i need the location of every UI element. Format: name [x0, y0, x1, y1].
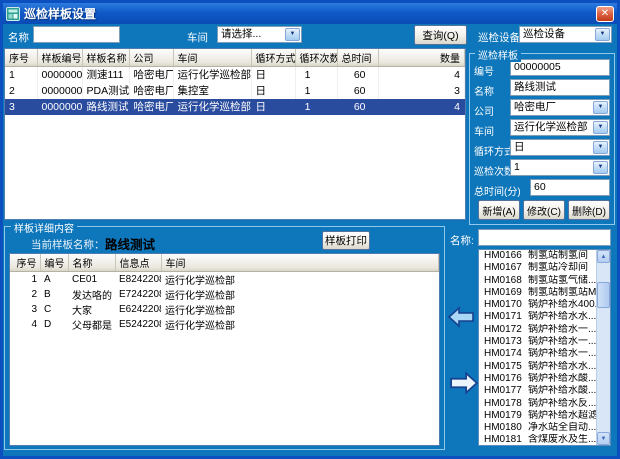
listbox-scrollbar[interactable]: ▲ ▼: [596, 250, 610, 445]
current-template-value: 路线测试: [105, 234, 155, 253]
list-item[interactable]: HM0174锅炉补给水一...: [479, 348, 596, 360]
filter-name-input[interactable]: [33, 26, 120, 43]
chevron-down-icon[interactable]: ▼: [593, 141, 608, 154]
field-total-label: 总时间(分): [474, 183, 521, 198]
column-header[interactable]: 车间: [161, 254, 439, 272]
close-button[interactable]: ✕: [596, 6, 614, 22]
table-row[interactable]: 3 C 大家 E6242208 运行化学巡检部: [10, 302, 439, 317]
template-table-header-row: 序号样板编号样板名称公司车间循环方式循环次数总时间数量: [5, 49, 465, 67]
field-code-label: 编号: [474, 63, 494, 78]
detail-table: 序号编号名称信息点车间 1 A CE01 E8242208 运行化学巡检部 2 …: [9, 253, 440, 446]
list-item[interactable]: HM0170锅炉补给水400...: [479, 299, 596, 311]
column-header[interactable]: 循环次数: [295, 49, 337, 67]
chevron-down-icon[interactable]: ▼: [593, 161, 608, 174]
scrollbar-thumb[interactable]: [597, 282, 610, 308]
field-company-label: 公司: [474, 103, 494, 118]
column-header[interactable]: 总时间: [337, 49, 378, 67]
detail-group-label: 样板详细内容: [11, 220, 77, 235]
picker-filter-input[interactable]: [478, 229, 611, 246]
filter-workshop-label: 车间: [187, 30, 208, 45]
move-left-button[interactable]: [447, 306, 475, 328]
column-header[interactable]: 编号: [40, 254, 68, 272]
list-item[interactable]: HM0181含煤废水及生...: [479, 434, 596, 446]
table-row[interactable]: 4 D 父母都是 E5242208 运行化学巡检部: [10, 317, 439, 332]
column-header[interactable]: 序号: [5, 49, 37, 67]
add-button[interactable]: 新增(A): [478, 200, 520, 220]
column-header[interactable]: 样板名称: [82, 49, 129, 67]
title-bar[interactable]: 巡检样板设置 ✕: [3, 3, 617, 24]
info-point-list: HM0166制氢站制氢间 HM0167制氢站冷却间 HM0168制氢站氢气储..…: [479, 250, 596, 446]
table-row[interactable]: 2 B 发达咯的 E7242208 运行化学巡检部: [10, 287, 439, 302]
column-header[interactable]: 样板编号: [37, 49, 82, 67]
field-name-label: 名称: [474, 83, 494, 98]
template-table: 序号样板编号样板名称公司车间循环方式循环次数总时间数量 1 00000003 测…: [4, 48, 466, 220]
list-item[interactable]: HM0169制氢站制氢站M...: [479, 287, 596, 299]
modify-button[interactable]: 修改(C): [523, 200, 565, 220]
list-item[interactable]: HM0176锅炉补给水酸...: [479, 373, 596, 385]
chevron-down-icon[interactable]: ▼: [595, 28, 610, 41]
template-edit-group-label: 巡检样板: [475, 47, 521, 62]
detail-table-header-row: 序号编号名称信息点车间: [10, 254, 439, 272]
window-title: 巡检样板设置: [24, 5, 96, 22]
list-item[interactable]: HM0173锅炉补给水一...: [479, 336, 596, 348]
table-row[interactable]: 1 00000003 测速111 哈密电厂 运行化学巡检部 日 1 60 4: [5, 67, 465, 83]
device-label: 巡检设备: [478, 30, 520, 45]
filter-workshop-select[interactable]: 请选择... ▼: [217, 26, 302, 43]
chevron-down-icon[interactable]: ▼: [593, 101, 608, 114]
field-workshop-label: 车间: [474, 123, 494, 138]
field-times-label: 巡检次数: [474, 163, 514, 178]
column-header[interactable]: 公司: [129, 49, 173, 67]
field-workshop-select[interactable]: 运行化学巡检部 ▼: [510, 119, 610, 136]
list-item[interactable]: HM0179锅炉补给水超滤: [479, 410, 596, 422]
picker-name-label: 名称:: [450, 233, 474, 248]
column-header[interactable]: 信息点: [115, 254, 161, 272]
print-button[interactable]: 样板打印: [322, 231, 370, 250]
field-cycle-select[interactable]: 日 ▼: [510, 139, 610, 156]
delete-button[interactable]: 删除(D): [568, 200, 610, 220]
dialog-window: 巡检样板设置 ✕ 名称 车间 请选择... ▼ 查询(Q) 巡检设备 巡检设备 …: [0, 0, 620, 459]
table-row[interactable]: 1 A CE01 E8242208 运行化学巡检部: [10, 272, 439, 288]
list-item[interactable]: HM0178锅炉补给水反...: [479, 398, 596, 410]
field-code-input[interactable]: 00000005: [510, 59, 610, 76]
table-row[interactable]: 2 00000004 PDA测试 哈密电厂 集控室 日 1 60 3: [5, 83, 465, 99]
info-point-listbox[interactable]: HM0166制氢站制氢间 HM0167制氢站冷却间 HM0168制氢站氢气储..…: [478, 249, 611, 446]
list-item[interactable]: HM0168制氢站氢气储...: [479, 275, 596, 287]
table-row[interactable]: 3 00000005 路线测试 哈密电厂 运行化学巡检部 日 1 60 4: [5, 99, 465, 115]
list-item[interactable]: HM0172锅炉补给水一...: [479, 324, 596, 336]
column-header[interactable]: 名称: [68, 254, 115, 272]
field-cycle-label: 循环方式: [474, 143, 514, 158]
list-item[interactable]: HM0175锅炉补给水水...: [479, 361, 596, 373]
query-button[interactable]: 查询(Q): [414, 25, 467, 45]
field-name-input[interactable]: 路线测试: [510, 79, 610, 96]
field-times-select[interactable]: 1 ▼: [510, 159, 610, 176]
field-company-select[interactable]: 哈密电厂 ▼: [510, 99, 610, 116]
list-item[interactable]: HM0177锅炉补给水酸...: [479, 385, 596, 397]
list-item[interactable]: HM0180净水站全自动...: [479, 422, 596, 434]
move-right-button[interactable]: [449, 371, 479, 395]
chevron-down-icon[interactable]: ▼: [593, 121, 608, 134]
list-item[interactable]: HM0171锅炉补给水水...: [479, 311, 596, 323]
chevron-down-icon[interactable]: ▼: [285, 28, 300, 41]
detail-table-body: 1 A CE01 E8242208 运行化学巡检部 2 B 发达咯的 E7242…: [10, 272, 439, 333]
scroll-down-icon[interactable]: ▼: [597, 432, 610, 445]
list-item[interactable]: HM0166制氢站制氢间: [479, 250, 596, 262]
column-header[interactable]: 数量: [378, 49, 465, 67]
main-table-body: 1 00000003 测速111 哈密电厂 运行化学巡检部 日 1 60 4 2…: [5, 67, 465, 115]
column-header[interactable]: 序号: [10, 254, 40, 272]
list-item[interactable]: HM0167制氢站冷却间: [479, 262, 596, 274]
column-header[interactable]: 循环方式: [251, 49, 295, 67]
detail-group: 当前样板名称： 路线测试 样板打印 序号编号名称信息点车间 1 A CE01 E…: [4, 226, 445, 450]
filter-name-label: 名称: [8, 30, 29, 45]
device-select[interactable]: 巡检设备 ▼: [519, 26, 612, 43]
app-icon: [6, 7, 20, 21]
current-template-label: 当前样板名称：: [31, 237, 105, 252]
field-total-input[interactable]: 60: [530, 179, 610, 196]
column-header[interactable]: 车间: [173, 49, 251, 67]
scroll-up-icon[interactable]: ▲: [597, 250, 610, 263]
